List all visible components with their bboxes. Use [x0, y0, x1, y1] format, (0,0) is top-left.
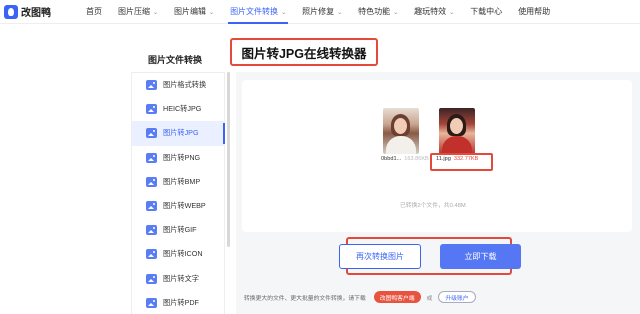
sidebar-scrollbar[interactable] [227, 72, 230, 247]
tip-text: 转换更大的文件、更大批量的文件转换，请下载 [244, 295, 366, 302]
sidebar-item-image-to-jpg[interactable]: 图片转JPG [132, 121, 225, 146]
client-download-button[interactable]: 改图鸭客户端 [373, 291, 421, 303]
sidebar-item-label: 图片转BMP [163, 176, 201, 186]
sidebar-item-label: 图片转PNG [163, 152, 201, 162]
sidebar-item-image-to-webp[interactable]: 图片转WEBP [132, 194, 224, 218]
sidebar-item-label: 图片转PDF [163, 297, 199, 307]
convert-again-button[interactable]: 再次转换图片 [339, 244, 421, 269]
conversion-status: 已转换2个文件，共0.48M [400, 203, 466, 209]
photo-shoulder [442, 136, 472, 154]
image-icon [146, 80, 157, 91]
chevron-down-icon: ⌄ [153, 10, 159, 16]
bottom-tip: 转换更大的文件、更大批量的文件转换，请下载 改图鸭客户端 或 升级账户 [244, 291, 476, 303]
nav-label: 特色功能 [358, 7, 391, 16]
image-icon [146, 225, 157, 236]
nav-item-download-center[interactable]: 下载中心 [462, 0, 510, 24]
file-thumbnail[interactable] [439, 108, 475, 154]
image-icon [146, 128, 157, 139]
nav-label: 使用帮助 [518, 7, 551, 16]
chevron-down-icon: ⌄ [393, 10, 399, 16]
nav-label: 下载中心 [470, 7, 503, 16]
sidebar-heading: 图片文件转换 [148, 55, 203, 65]
nav-label: 图片编辑 [174, 7, 207, 16]
file-info: 0bbd1... 163.86KB [381, 156, 429, 162]
chevron-down-icon: ⌄ [337, 10, 343, 16]
photo-face [450, 118, 463, 134]
nav-label: 照片修复 [302, 7, 335, 16]
nav-label: 图片文件转换 [230, 7, 279, 16]
chevron-down-icon: ⌄ [281, 10, 287, 16]
chevron-down-icon: ⌄ [209, 10, 215, 16]
file-size: 163.86KB [404, 156, 429, 162]
nav-label: 首页 [86, 7, 102, 16]
file-thumbnail[interactable] [383, 108, 419, 154]
sidebar-item-label: 图片转GIF [163, 225, 197, 235]
sidebar-item-label: 图片格式转换 [163, 80, 207, 90]
sidebar-item-image-to-gif[interactable]: 图片转GIF [132, 218, 224, 242]
image-icon [146, 201, 157, 212]
sidebar-item-format-convert[interactable]: 图片格式转换 [132, 73, 224, 97]
image-icon [146, 176, 157, 187]
logo-duck-icon [4, 4, 18, 19]
nav-item-file-convert[interactable]: 图片文件转换 ⌄ [222, 0, 294, 24]
nav-label: 图片压缩 [118, 7, 150, 16]
brand-name: 改图鸭 [21, 8, 51, 19]
nav-item-home[interactable]: 首页 [78, 0, 110, 24]
sidebar-item-image-to-icon[interactable]: 图片转ICON [132, 242, 224, 266]
main-nav: 首页 图片压缩 ⌄ 图片编辑 ⌄ 图片文件转换 ⌄ 照片修复 ⌄ 特色功能 ⌄ 趣玩特效 ⌄… [78, 0, 558, 24]
highlight-box [430, 153, 493, 171]
or-text: 或 [426, 295, 433, 302]
sidebar-item-label: HEIC转JPG [163, 104, 202, 114]
image-icon [146, 104, 157, 115]
image-icon [146, 249, 157, 260]
image-icon [146, 152, 157, 163]
sidebar-item-heic-to-jpg[interactable]: HEIC转JPG [132, 97, 224, 121]
nav-item-features[interactable]: 特色功能 ⌄ [350, 0, 406, 24]
nav-item-help[interactable]: 使用帮助 [510, 0, 558, 24]
page-title: 图片转JPG在线转换器 [230, 38, 378, 66]
image-icon [146, 273, 157, 284]
nav-item-image-compress[interactable]: 图片压缩 ⌄ [110, 0, 166, 24]
top-navigation-bar: 改图鸭 首页 图片压缩 ⌄ 图片编辑 ⌄ 图片文件转换 ⌄ 照片修复 ⌄ 特色功能 ⌄ 趣… [0, 0, 640, 24]
sidebar-item-image-to-bmp[interactable]: 图片转BMP [132, 170, 224, 194]
file-name: 0bbd1... [381, 156, 402, 162]
download-now-button[interactable]: 立即下载 [440, 244, 521, 269]
photo-face [394, 118, 407, 134]
sidebar-item-label: 图片转ICON [163, 249, 203, 259]
nav-item-photo-repair[interactable]: 照片修复 ⌄ [294, 0, 350, 24]
nav-item-fun-effects[interactable]: 趣玩特效 ⌄ [406, 0, 462, 24]
sidebar-item-label: 图片转文字 [163, 273, 199, 283]
sidebar-item-label: 图片转WEBP [163, 201, 206, 211]
upgrade-account-button[interactable]: 升级账户 [438, 291, 476, 303]
nav-label: 趣玩特效 [414, 7, 447, 16]
logo[interactable]: 改图鸭 [4, 4, 51, 19]
sidebar-item-label: 图片转JPG [163, 128, 199, 138]
sidebar-item-image-to-text[interactable]: 图片转文字 [132, 267, 224, 291]
sidebar-item-image-to-png[interactable]: 图片转PNG [132, 146, 224, 170]
photo-shoulder [386, 136, 416, 154]
image-icon [146, 297, 157, 308]
chevron-down-icon: ⌄ [449, 10, 455, 16]
sidebar-item-image-to-pdf[interactable]: 图片转PDF [132, 291, 224, 314]
sidebar: 图片格式转换 HEIC转JPG 图片转JPG 图片转PNG 图片转BMP 图片转… [131, 72, 225, 314]
nav-item-image-edit[interactable]: 图片编辑 ⌄ [166, 0, 222, 24]
